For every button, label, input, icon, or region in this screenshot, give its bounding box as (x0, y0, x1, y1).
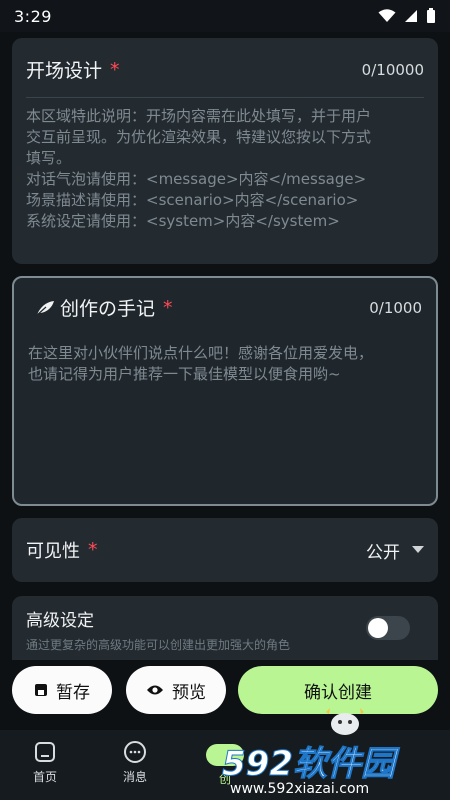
preview-button[interactable]: 预览 (126, 666, 226, 714)
watermark-logo: 592软件园 (222, 744, 396, 785)
required-mark: * (88, 539, 98, 561)
advanced-toggle[interactable] (366, 616, 410, 640)
status-icons (378, 8, 436, 24)
save-draft-button[interactable]: 暂存 (12, 666, 112, 714)
battery-icon (427, 8, 435, 23)
confirm-label: 确认创建 (304, 682, 372, 703)
opening-design-card[interactable]: 开场设计 * 0/10000 本区域特此说明：开场内容需在此处填写，并于用户 交… (12, 38, 438, 264)
save-label: 暂存 (56, 682, 90, 703)
home-icon (35, 742, 55, 762)
wifi-icon (378, 9, 396, 22)
visibility-label: 可见性 (26, 541, 80, 562)
note-title: 创作の手记 (60, 298, 156, 320)
status-bar: 3:29 (0, 0, 450, 32)
required-mark: * (110, 58, 120, 81)
required-mark: * (163, 296, 173, 319)
note-char-count: 0/1000 (369, 298, 422, 317)
eye-icon (147, 685, 163, 695)
watermark: 592软件园 www.592xiazai.com (222, 736, 442, 800)
dropdown-arrow-icon (412, 546, 424, 553)
visibility-select[interactable]: 可见性 * 公开 (12, 518, 438, 582)
preview-label: 预览 (172, 682, 206, 703)
watermark-url: www.592xiazai.com (230, 781, 370, 797)
gamepad-mascot-icon (326, 708, 364, 735)
advanced-title: 高级设定 (26, 611, 94, 631)
nav-label-home: 首页 (32, 770, 57, 784)
visibility-value: 公开 (366, 542, 400, 563)
toggle-knob (368, 618, 388, 638)
opening-input[interactable]: 本区域特此说明：开场内容需在此处填写，并于用户 交互前呈现。为优化渲染效果，特建… (26, 106, 424, 232)
advanced-settings-card: 高级设定 通过更复杂的高级功能可以创建出更加强大的角色 (12, 596, 438, 660)
status-time: 3:29 (14, 6, 52, 26)
nav-label-messages: 消息 (122, 770, 147, 784)
opening-char-count: 0/10000 (361, 60, 424, 79)
save-icon (35, 684, 47, 696)
advanced-subtitle: 通过更复杂的高级功能可以创建出更加强大的角色 (26, 638, 291, 652)
opening-title: 开场设计 (26, 60, 103, 82)
nav-item-home[interactable]: 首页 (0, 730, 90, 800)
feather-icon (35, 300, 54, 316)
creator-note-card[interactable]: 创作の手记 * 0/1000 在这里对小伙伴们说点什么吧！感谢各位用爱发电， 也… (12, 276, 438, 506)
chat-icon (124, 741, 146, 763)
divider (26, 97, 424, 98)
note-input[interactable]: 在这里对小伙伴们说点什么吧！感谢各位用爱发电， 也请记得为用户推荐一下最佳模型以… (28, 343, 422, 385)
signal-icon (405, 10, 417, 22)
nav-item-messages[interactable]: 消息 (90, 730, 180, 800)
visibility-value-wrap[interactable]: 公开 (366, 538, 424, 563)
